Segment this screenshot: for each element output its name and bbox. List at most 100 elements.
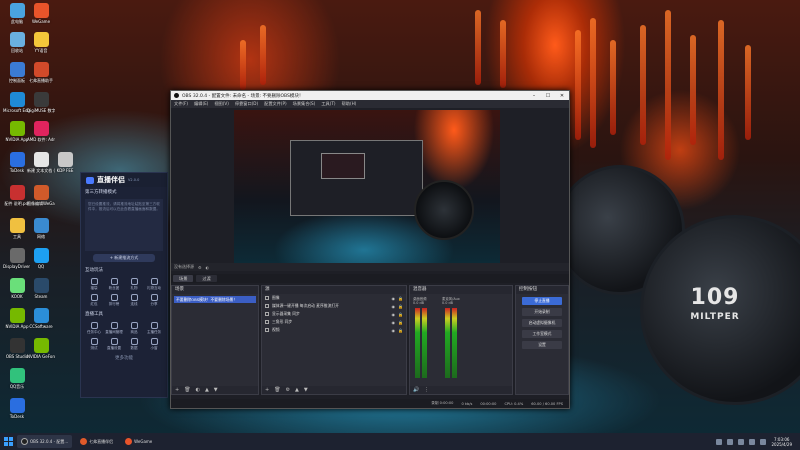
menu-item[interactable]: 停靠窗口(D) (235, 101, 258, 107)
add-icon[interactable]: + (265, 387, 269, 393)
virtual-camera-button[interactable]: 启动虚拟摄像机 (522, 319, 562, 327)
taskbar-item-live-assistant[interactable]: 七弗直播伴侣 (76, 435, 117, 448)
move-down-icon[interactable]: ▼ (214, 387, 218, 393)
filter-icon[interactable]: ◐ (196, 387, 200, 393)
source-row[interactable]: 媒体源一键开播 每次启动 麦序推流打开 ◉ 🔒 (262, 302, 406, 310)
desktop-icon[interactable]: AMD 软件: Adre... (27, 121, 55, 142)
maximize-icon[interactable]: ☐ (541, 93, 555, 99)
delete-icon[interactable]: 🗑 (184, 387, 190, 393)
tool-grid-item[interactable]: 任务中心 (85, 321, 103, 335)
move-up-icon[interactable]: ▲ (205, 387, 209, 393)
tool-grid-item[interactable]: 数据 (125, 337, 143, 351)
menu-item[interactable]: 配置文件(P) (264, 101, 287, 107)
tool-grid-item[interactable]: 主播任务 (145, 321, 163, 335)
app-icon (33, 152, 49, 167)
desktop-icon[interactable]: 图像编辑WeGame版 (27, 185, 55, 206)
visibility-icon[interactable]: ◉ (392, 304, 396, 309)
visibility-icon[interactable]: ◉ (392, 312, 396, 317)
tool-grid-item[interactable]: 红包 (85, 293, 103, 307)
desktop-icon-label: CCSoftware (29, 324, 53, 329)
scene-item[interactable]: 不要删除OBS模块！不要删除场景！ (174, 296, 256, 303)
desktop-icon[interactable]: 网络 (27, 218, 55, 239)
settings-button[interactable]: 设置 (522, 341, 562, 349)
tab-transitions[interactable]: 过渡 (196, 275, 217, 282)
desktop-icon[interactable]: 七弗直播助手 (27, 62, 55, 83)
tool-grid-item[interactable]: 商品 (125, 321, 143, 335)
wegame-icon (125, 438, 133, 445)
clock[interactable]: 7:03:06 2025/4/29 (771, 437, 792, 447)
tool-grid-item[interactable]: 测试 (85, 337, 103, 351)
tab-scenes[interactable]: 场景 (173, 275, 194, 282)
desktop-icon[interactable]: Steam (27, 278, 55, 299)
windows-start-icon[interactable] (4, 437, 13, 446)
visibility-icon[interactable]: ◉ (392, 328, 396, 333)
source-row[interactable]: 显示器采集 同步 ◉ 🔒 (262, 310, 406, 318)
speaker-icon[interactable]: 🔊 (413, 387, 419, 393)
menu-icon[interactable]: ⋮ (424, 387, 429, 393)
desktop-icon[interactable]: DigiMUSE 数字... (27, 92, 55, 113)
tray-app-icon[interactable] (738, 438, 745, 445)
section-title-stream-mode[interactable]: 第三方转播模式 (81, 187, 167, 197)
menu-item[interactable]: 工具(T) (321, 101, 335, 107)
tool-grid-item[interactable]: 分享 (145, 293, 163, 307)
lock-icon[interactable]: 🔒 (398, 320, 403, 325)
more-features-link[interactable]: 更多功能 (81, 353, 167, 363)
tray-app-icon[interactable] (727, 438, 734, 445)
obs-preview-canvas[interactable] (234, 110, 500, 263)
stream-hint-text: 您已设置推流，请将推流地址粘贴至第三方软件中，推流后可以在此查看直播画面和数据。 (88, 202, 160, 211)
add-icon[interactable]: + (175, 387, 179, 393)
tool-grid-item[interactable]: 礼物 (125, 277, 143, 291)
taskbar-item-wegame[interactable]: WeGame (121, 435, 156, 448)
taskbar-item-obs[interactable]: OBS 32.0.4 - 配置... (17, 435, 73, 448)
desktop-icon[interactable]: NVIDIA GeForce Experience (27, 338, 55, 359)
dock-tabs: 场景 过渡 (171, 274, 569, 283)
desktop-icon[interactable]: QQ音乐 (3, 368, 31, 389)
move-down-icon[interactable]: ▼ (304, 387, 308, 393)
new-stream-button[interactable]: + 新建推流方式 (93, 254, 155, 262)
menu-item[interactable]: 帮助(H) (342, 101, 357, 107)
start-recording-button[interactable]: 开始录制 (522, 308, 562, 316)
desktop-icon[interactable]: KDP FEE (51, 152, 79, 173)
lock-icon[interactable]: 🔒 (398, 296, 403, 301)
tool-grid-item[interactable]: 连线 (125, 293, 143, 307)
tool-grid-item[interactable]: 小窗 (145, 337, 163, 351)
move-up-icon[interactable]: ▲ (295, 387, 299, 393)
tool-grid-item[interactable]: 粉丝团 (105, 277, 123, 291)
tool-grid-item[interactable]: 直播间管理 (105, 321, 123, 335)
desktop-icon[interactable]: YY语音 (27, 32, 55, 53)
close-icon[interactable]: ✕ (555, 93, 569, 99)
tool-grid-item[interactable]: 直播设置 (105, 337, 123, 351)
desktop-icon[interactable]: QQ (27, 248, 55, 269)
visibility-icon[interactable]: ◉ (392, 320, 396, 325)
filter-icon[interactable]: ◐ (206, 265, 210, 270)
menu-item[interactable]: 视图(V) (214, 101, 229, 107)
desktop-icon[interactable]: WeGame (27, 3, 55, 24)
tray-app-icon[interactable] (716, 438, 723, 445)
source-row[interactable]: 三角形 同步 ◉ 🔒 (262, 318, 406, 326)
desktop-icon-label: NVIDIA GeForce Experience (27, 354, 55, 359)
menu-item[interactable]: 文件(F) (174, 101, 188, 107)
menu-item[interactable]: 编辑(E) (194, 101, 208, 107)
app-icon (33, 3, 49, 18)
network-icon[interactable] (749, 438, 756, 445)
tool-grid-item[interactable]: 福袋 (85, 277, 103, 291)
lock-icon[interactable]: 🔒 (398, 328, 403, 333)
source-row[interactable]: 视频 ◉ 🔒 (262, 326, 406, 334)
source-row[interactable]: 图像 ◉ 🔒 (262, 294, 406, 302)
desktop-icon[interactable]: ToDesk (3, 398, 31, 419)
lock-icon[interactable]: 🔒 (398, 304, 403, 309)
minimize-icon[interactable]: – (527, 93, 541, 99)
gear-icon[interactable]: ⚙ (198, 265, 202, 270)
lock-icon[interactable]: 🔒 (398, 312, 403, 317)
tool-grid-item[interactable]: 礼物互动 (145, 277, 163, 291)
desktop-icon[interactable]: CCSoftware (27, 308, 55, 329)
delete-icon[interactable]: 🗑 (274, 387, 280, 393)
visibility-icon[interactable]: ◉ (392, 296, 396, 301)
mixer-db-mic: 0.0 dB (442, 301, 453, 305)
volume-icon[interactable] (760, 438, 767, 445)
menu-item[interactable]: 场景集合(S) (293, 101, 316, 107)
stop-streaming-button[interactable]: 停止直播 (522, 297, 562, 305)
gear-icon[interactable]: ⚙ (286, 387, 290, 393)
studio-mode-button[interactable]: 工作室模式 (522, 330, 562, 338)
tool-grid-item[interactable]: 排行榜 (105, 293, 123, 307)
